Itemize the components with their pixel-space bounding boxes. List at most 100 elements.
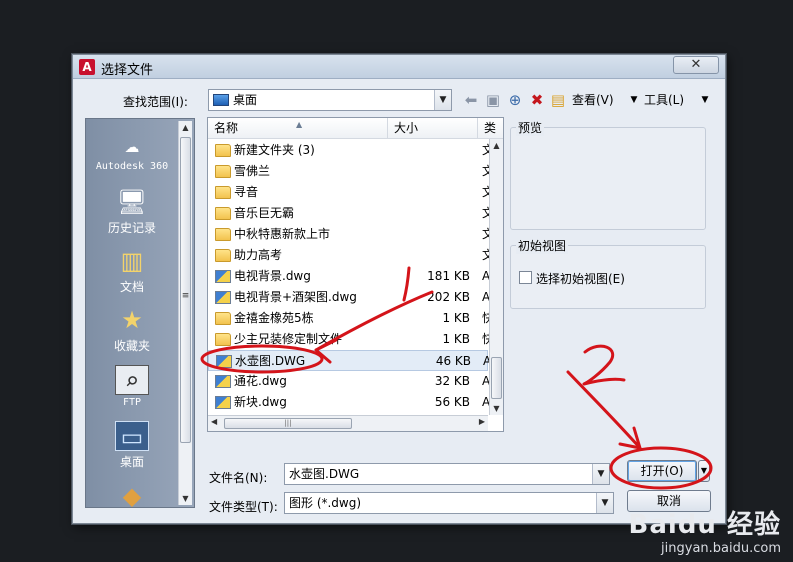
back-icon[interactable]: ⬅ — [461, 90, 481, 110]
place-desktop[interactable]: ▭ 桌面 — [86, 421, 178, 470]
table-row[interactable]: 寻音文 — [208, 182, 494, 203]
delete-icon[interactable]: ✖ — [527, 90, 547, 110]
chevron-down-icon[interactable]: ▼ — [592, 464, 609, 484]
place-autodesk-360[interactable]: ☁ Autodesk 360 — [86, 129, 178, 172]
briefcase-icon: ◆ — [122, 482, 142, 510]
folder-icon — [215, 207, 231, 220]
file-name: 新建文件夹 (3) — [234, 143, 315, 157]
scroll-up-icon[interactable]: ▲ — [490, 141, 503, 150]
places-scroll-thumb[interactable] — [180, 137, 191, 443]
place-documents[interactable]: ▥ 文档 — [86, 246, 178, 295]
file-size: 1 KB — [442, 311, 470, 325]
filetype-label: 文件类型(T): — [209, 500, 278, 514]
folder-icon — [215, 144, 231, 157]
open-dropdown-icon[interactable]: ▼ — [698, 460, 710, 482]
list-header: 名称 ▲ 大小 类 — [208, 118, 503, 139]
file-name: 通花.dwg — [234, 374, 287, 388]
file-name: 雪佛兰 — [234, 164, 271, 178]
folder-icon — [215, 249, 231, 262]
column-type[interactable]: 类 — [478, 118, 503, 139]
watermark-logo: Baidu 经验 — [628, 510, 781, 540]
favorites-icon: ★ — [121, 306, 143, 334]
filelist-vscroll-thumb[interactable] — [491, 357, 502, 399]
scroll-up-icon[interactable]: ▲ — [179, 123, 192, 132]
chevron-down-icon[interactable]: ▼ — [596, 493, 613, 513]
folder-icon — [215, 186, 231, 199]
table-row[interactable]: 通花.dwg 32 KB A — [208, 371, 490, 392]
chevron-down-icon[interactable]: ▼ — [434, 90, 451, 110]
dwg-file-icon — [215, 291, 231, 304]
table-row[interactable]: 电视背景.dwg 181 KB A — [208, 266, 490, 287]
title-bar[interactable]: A 选择文件 ✕ — [73, 55, 725, 79]
filename-label: 文件名(N): — [209, 471, 268, 485]
table-row[interactable]: 中秋特惠新款上市文 — [208, 224, 494, 245]
column-name[interactable]: 名称 ▲ — [208, 118, 388, 139]
preview-label: 预览 — [516, 119, 545, 136]
file-dialog: A 选择文件 ✕ 查找范围(I): 桌面 ▼ ⬅ ▣ ⊕ ✖ ▤ 查看(V) ▼… — [72, 54, 726, 524]
file-name: 助力高考 — [234, 248, 283, 262]
close-button[interactable]: ✕ — [673, 56, 719, 74]
file-name: 新块.dwg — [234, 395, 287, 409]
folder-icon — [215, 165, 231, 178]
file-size: 202 KB — [427, 290, 470, 304]
file-size: 32 KB — [434, 374, 470, 388]
places-bar: ☁ Autodesk 360 🖥 历史记录 ▥ 文档 ★ 收藏夹 ⌕ FTP ▭ — [85, 118, 195, 510]
dwg-file-icon — [215, 375, 231, 388]
search-web-icon[interactable]: ⊕ — [505, 90, 525, 110]
baidu-watermark: Baidu 经验 jingyan.baidu.com — [629, 504, 781, 556]
dwg-file-icon — [215, 270, 231, 283]
ftp-icon: ⌕ — [115, 365, 149, 395]
places-scrollbar[interactable]: ▲ ≡ ▼ — [178, 121, 192, 505]
initial-view-checkbox-label[interactable]: 选择初始视图(E) — [536, 270, 625, 287]
file-name: 音乐巨无霸 — [234, 206, 295, 220]
table-row[interactable]: 新建文件夹 (3) 文 — [208, 140, 494, 161]
filelist-hscroll-thumb[interactable]: ||| — [224, 418, 352, 429]
place-ftp[interactable]: ⌕ FTP — [86, 365, 178, 408]
place-more[interactable]: ◆ — [86, 481, 178, 513]
up-folder-icon[interactable]: ▣ — [483, 90, 503, 110]
folder-icon — [215, 333, 231, 346]
file-size: 56 KB — [434, 395, 470, 409]
table-row[interactable]: 水壶图.DWG 46 KB A — [208, 350, 491, 371]
filelist-vscrollbar[interactable]: ▲ ▼ — [489, 139, 503, 415]
scroll-left-icon[interactable]: ◀ — [211, 417, 217, 426]
file-name: 寻音 — [234, 185, 259, 199]
table-row[interactable]: 助力高考文 — [208, 245, 494, 266]
new-folder-icon[interactable]: ▤ — [548, 90, 568, 110]
grip-icon: ≡ — [181, 291, 190, 301]
scroll-down-icon[interactable]: ▼ — [490, 404, 503, 413]
dwg-file-icon — [216, 355, 232, 368]
file-name: 中秋特惠新款上市 — [234, 227, 331, 241]
tools-menu[interactable]: 工具(L) — [644, 91, 684, 108]
dialog-title: 选择文件 — [101, 63, 154, 78]
tools-dropdown-icon[interactable]: ▼ — [695, 90, 715, 110]
scroll-down-icon[interactable]: ▼ — [179, 494, 192, 503]
dwg-file-icon — [215, 396, 231, 409]
filename-input[interactable]: 水壶图.DWG ▼ — [284, 463, 610, 485]
documents-icon: ▥ — [120, 247, 144, 275]
view-menu[interactable]: 查看(V) — [572, 91, 614, 108]
table-row[interactable]: 音乐巨无霸文 — [208, 203, 494, 224]
file-size: 181 KB — [427, 269, 470, 283]
lookin-value: 桌面 — [233, 93, 258, 107]
preview-box — [510, 127, 706, 230]
filelist-hscrollbar[interactable]: ◀ ||| ▶ — [208, 415, 488, 431]
file-name: 金禧金橡苑5栋 — [234, 311, 314, 325]
lookin-combo[interactable]: 桌面 ▼ — [208, 89, 452, 111]
table-row[interactable]: 雪佛兰文 — [208, 161, 494, 182]
table-row[interactable]: 电视背景+酒架图.dwg 202 KB A — [208, 287, 490, 308]
table-row[interactable]: 少主兄装修定制文件 1 KB 快 — [208, 329, 494, 350]
view-dropdown-icon[interactable]: ▼ — [624, 90, 644, 110]
table-row[interactable]: 新块.dwg 56 KB A — [208, 392, 490, 413]
file-name: 少主兄装修定制文件 — [234, 332, 343, 346]
open-button[interactable]: 打开(O) — [627, 460, 697, 482]
place-favorites[interactable]: ★ 收藏夹 — [86, 305, 178, 354]
place-history[interactable]: 🖥 历史记录 — [86, 187, 178, 236]
filetype-select[interactable]: 图形 (*.dwg) ▼ — [284, 492, 614, 514]
initial-view-checkbox[interactable] — [519, 271, 532, 284]
column-size[interactable]: 大小 — [388, 118, 478, 139]
table-row[interactable]: 金禧金橡苑5栋 1 KB 快 — [208, 308, 494, 329]
filetype-value: 图形 (*.dwg) — [289, 496, 362, 510]
scroll-right-icon[interactable]: ▶ — [479, 417, 485, 426]
file-list: 名称 ▲ 大小 类 新建文件夹 (3) 文雪佛兰文寻音文音乐巨无霸文中秋特惠新款上… — [207, 117, 504, 432]
